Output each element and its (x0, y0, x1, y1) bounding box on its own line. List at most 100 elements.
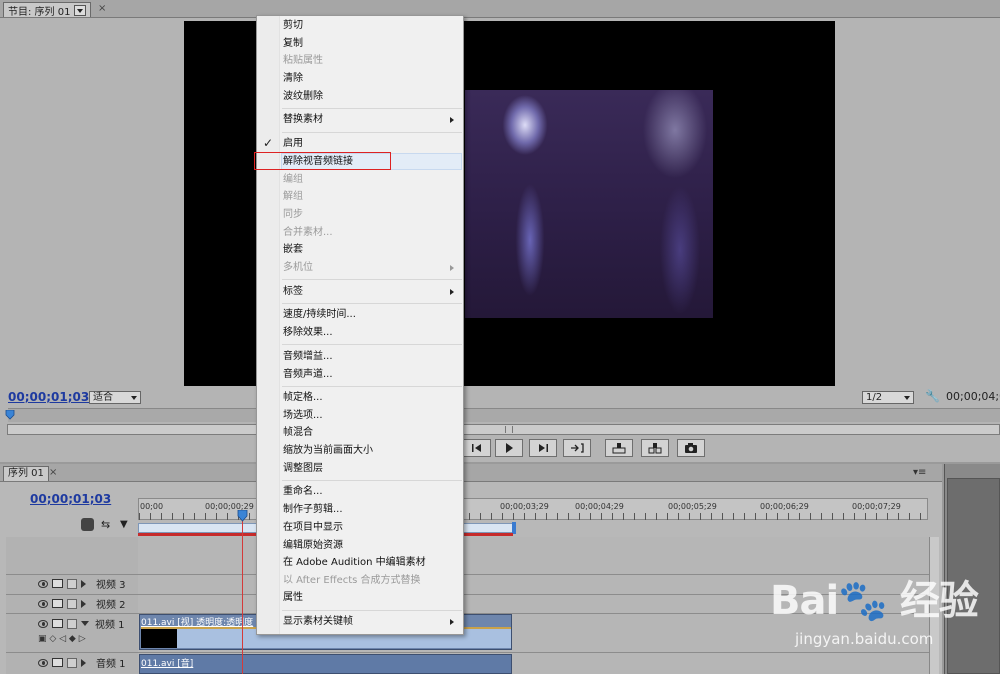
timeline-tab[interactable]: 序列 01 (3, 466, 49, 481)
track-header-audio-1[interactable]: 音频 1 (6, 653, 138, 672)
track-divider (6, 652, 938, 653)
scrollbar-grip-icon[interactable] (505, 426, 513, 433)
eye-icon[interactable] (38, 579, 48, 588)
link-icon[interactable]: ⇆ (101, 518, 110, 531)
export-frame-button[interactable] (677, 439, 705, 457)
play-button[interactable] (495, 439, 523, 457)
menu-separator (282, 610, 462, 611)
track-header-video-3[interactable]: 视频 3 (6, 574, 138, 593)
ruler-label: 00;00;06;29 (760, 502, 809, 511)
menu-item-adjustment-layer[interactable]: 调整图层 (283, 460, 323, 477)
extract-button[interactable] (641, 439, 669, 457)
watermark-url: jingyan.baidu.com (795, 630, 934, 648)
menu-item-speed-duration[interactable]: 速度/持续时间... (283, 306, 356, 323)
expand-icon[interactable] (81, 579, 90, 588)
check-icon: ✓ (263, 136, 274, 150)
menu-item-show-clip-keyframes[interactable]: 显示素材关键帧 (283, 613, 353, 630)
menu-item-nest[interactable]: 嵌套 (283, 241, 303, 258)
menu-item-audio-channels[interactable]: 音频声道... (283, 366, 333, 383)
menu-separator (282, 132, 462, 133)
lift-button[interactable] (605, 439, 633, 457)
menu-item-merge-clips[interactable]: 合并素材... (283, 224, 333, 241)
menu-item-clear[interactable]: 清除 (283, 70, 303, 87)
sync-lock-icon (52, 658, 63, 667)
menu-item-scale-to-frame-size[interactable]: 缩放为当前画面大小 (283, 442, 373, 459)
timeline-timecode[interactable]: 00;00;01;03 (30, 492, 111, 506)
playhead-timecode[interactable]: 00;00;01;03 (8, 390, 89, 404)
collapse-icon[interactable] (81, 620, 89, 630)
menu-item-reveal-in-project[interactable]: 在项目中显示 (283, 519, 343, 536)
menu-item-field-options[interactable]: 场选项... (283, 407, 323, 424)
menu-item-ungroup[interactable]: 解组 (283, 188, 303, 205)
menu-separator (282, 386, 462, 387)
duration-timecode[interactable]: 00;00;04;00 (946, 390, 1000, 403)
menu-item-remove-effects[interactable]: 移除效果... (283, 324, 333, 341)
keyframe-controls[interactable]: ▣ ◇ ◁ ◆ ▷ (38, 634, 86, 644)
menu-item-synchronize[interactable]: 同步 (283, 206, 303, 223)
ruler-label: 00;00;04;29 (575, 502, 624, 511)
lock-icon[interactable] (67, 618, 77, 629)
timeline-playhead-icon[interactable] (237, 510, 248, 522)
menu-item-copy[interactable]: 复制 (283, 35, 303, 52)
track-name: 视频 1 (95, 620, 125, 631)
menu-item-ripple-delete[interactable]: 波纹删除 (283, 88, 323, 105)
menu-item-group[interactable]: 编组 (283, 171, 303, 188)
menu-item-edit-original[interactable]: 编辑原始资源 (283, 537, 343, 554)
step-back-icon (472, 444, 481, 452)
menu-item-frame-hold[interactable]: 帧定格... (283, 389, 323, 406)
menu-item-replace-footage[interactable]: 替换素材 (283, 111, 323, 128)
menu-item-paste-attributes[interactable]: 粘贴属性 (283, 52, 323, 69)
step-forward-button[interactable] (529, 439, 557, 457)
sequence-dropdown-icon[interactable] (74, 4, 87, 16)
program-monitor-tab[interactable]: 节目: 序列 01 (3, 2, 92, 18)
go-to-out-point-button[interactable] (563, 439, 591, 457)
menu-item-make-subclip[interactable]: 制作子剪辑... (283, 501, 343, 518)
menu-item-properties[interactable]: 属性 (283, 589, 303, 606)
program-monitor-tab-label: 节目: 序列 01 (8, 6, 71, 18)
eye-icon[interactable] (38, 619, 48, 628)
lock-icon[interactable] (67, 598, 77, 609)
playback-resolution-select[interactable]: 1/2 (862, 391, 914, 404)
zoom-fit-select[interactable]: 适合 (89, 391, 141, 404)
menu-item-enable[interactable]: 启用 (283, 135, 303, 152)
menu-item-multi-camera[interactable]: 多机位 (283, 259, 313, 276)
expand-icon[interactable] (81, 599, 90, 608)
marker-icon[interactable]: ▼ (120, 519, 128, 530)
close-icon[interactable]: × (98, 3, 106, 14)
ruler-label: 00;00;05;29 (668, 502, 717, 511)
audio-clip[interactable] (139, 654, 512, 674)
lock-icon[interactable] (67, 657, 77, 668)
monitor-zoom-scrollbar[interactable] (7, 424, 1000, 435)
play-icon (506, 443, 513, 453)
extract-icon (648, 443, 662, 454)
menu-separator (282, 108, 462, 109)
track-name: 视频 3 (96, 580, 126, 591)
eye-icon[interactable] (38, 599, 48, 608)
lock-icon[interactable] (67, 578, 77, 589)
snap-icon[interactable] (81, 518, 94, 531)
monitor-playhead-icon[interactable] (5, 410, 15, 420)
close-icon[interactable]: × (49, 467, 57, 478)
track-header-video-1[interactable]: 视频 1 (6, 614, 138, 633)
monitor-time-ruler[interactable] (8, 408, 1000, 422)
menu-item-audio-gain[interactable]: 音频增益... (283, 348, 333, 365)
menu-item-cut[interactable]: 剪切 (283, 17, 303, 34)
timeline-playhead-line[interactable] (242, 512, 243, 674)
expand-icon[interactable] (81, 658, 90, 667)
annotation-highlight-box (254, 152, 391, 170)
ruler-label: 00;00;03;29 (500, 502, 549, 511)
film-icon (52, 599, 63, 608)
menu-item-edit-in-audition[interactable]: 在 Adobe Audition 中编辑素材 (283, 554, 426, 571)
menu-item-label[interactable]: 标签 (283, 283, 303, 300)
menu-item-frame-blend[interactable]: 帧混合 (283, 424, 313, 441)
menu-item-rename[interactable]: 重命名... (283, 483, 323, 500)
audio-clip-title: 011.avi [音] (141, 659, 194, 669)
menu-separator (282, 480, 462, 481)
lift-icon (612, 443, 626, 454)
wrench-icon[interactable]: 🔧 (925, 389, 940, 403)
menu-item-replace-with-after-effects[interactable]: 以 After Effects 合成方式替换 (283, 572, 421, 589)
panel-menu-icon[interactable]: ▾≡ (913, 467, 926, 478)
step-back-button[interactable] (463, 439, 491, 457)
speaker-icon[interactable] (38, 658, 48, 667)
track-header-video-2[interactable]: 视频 2 (6, 594, 138, 613)
